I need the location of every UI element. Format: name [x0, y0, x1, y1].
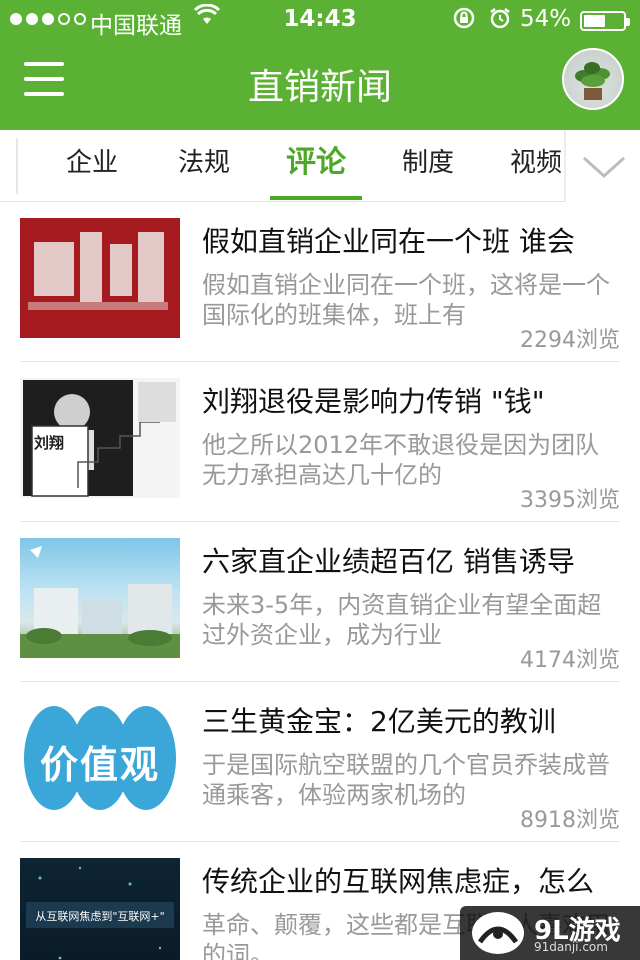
page-title: 直销新闻 [247, 67, 392, 108]
battery-icon [580, 11, 630, 31]
orientation-lock-icon [452, 6, 476, 36]
watermark-logo-icon [472, 912, 524, 954]
thumbnail-caption: 从互联网焦虑到"互联网+" [35, 910, 165, 923]
article-title: 刘翔退役是影响力传销 "钱" [202, 385, 545, 418]
tab-enterprise[interactable]: 企业 [62, 130, 122, 202]
article-item[interactable]: 刘翔 刘翔退役是影响力传销 "钱" 他之所以2012年不敢退役是因为团队无力承担… [0, 362, 640, 522]
tab-commentary[interactable]: 评论 [270, 130, 362, 202]
article-title: 假如直销企业同在一个班 谁会 [202, 225, 575, 258]
more-tabs-button[interactable] [564, 130, 640, 202]
view-count: 2294浏览 [519, 328, 620, 353]
article-item[interactable]: 六家直企业绩超百亿 销售诱导 未来3-5年，内资直销企业有望全面超过外资企业，成… [0, 522, 640, 682]
alarm-icon [488, 6, 512, 36]
user-avatar[interactable] [562, 48, 624, 110]
article-title: 六家直企业绩超百亿 销售诱导 [202, 545, 575, 578]
view-count: 8918浏览 [519, 808, 620, 833]
tab-regulations[interactable]: 法规 [174, 130, 234, 202]
thumbnail-caption: 刘翔 [34, 434, 65, 452]
view-count: 4174浏览 [519, 648, 620, 673]
active-tab-underline [270, 196, 362, 200]
article-list: 假如直销企业同在一个班 谁会 假如直销企业同在一个班，这将是一个国际化的班集体，… [0, 202, 640, 960]
chevron-down-icon [582, 156, 626, 179]
status-bar: 中国联通 14:43 54% [0, 0, 640, 40]
watermark-url: 91danji.com [534, 940, 608, 954]
view-count: 3395浏览 [519, 488, 620, 513]
battery-level-fill [584, 15, 605, 27]
tab-video[interactable]: 视频 [510, 130, 564, 202]
site-watermark: 9L游戏 91danji.com [460, 906, 640, 960]
article-title: 三生黄金宝：2亿美元的教训 [202, 705, 556, 738]
thumbnail-caption: 价值观 [39, 743, 160, 787]
article-item[interactable]: 价值观 三生黄金宝：2亿美元的教训 于是国际航空联盟的几个官员乔装成普通乘客，体… [0, 682, 640, 842]
article-thumbnail [20, 218, 180, 338]
article-thumbnail: 从互联网焦虑到"互联网+" [20, 858, 180, 960]
tab-system[interactable]: 制度 [398, 130, 458, 202]
article-thumbnail: 刘翔 [20, 378, 180, 498]
battery-percent: 54% [520, 6, 572, 32]
article-thumbnail: 价值观 [20, 698, 180, 818]
navigation-bar: 直销新闻 [0, 40, 640, 130]
category-tabs: 企业 法规 评论 制度 视频 [0, 130, 640, 202]
article-thumbnail [20, 538, 180, 658]
article-title: 传统企业的互联网焦虑症，怎么 [202, 865, 595, 898]
article-item[interactable]: 假如直销企业同在一个班 谁会 假如直销企业同在一个班，这将是一个国际化的班集体，… [0, 202, 640, 362]
